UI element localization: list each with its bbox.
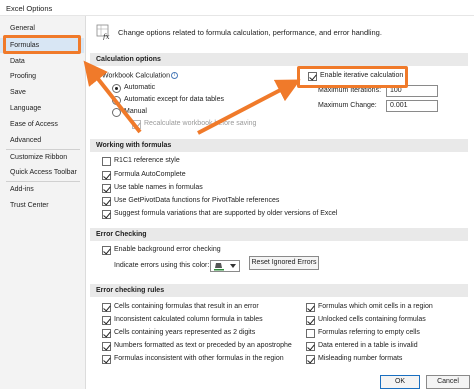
rule-unlocked-cells-label: Unlocked cells containing formulas — [318, 316, 426, 323]
rule-invalid-table-data-label: Data entered in a table is invalid — [318, 342, 418, 349]
r1c1-checkbox[interactable] — [102, 157, 111, 166]
sidebar-item-customize-ribbon[interactable]: Customize Ribbon — [0, 150, 84, 165]
max-change-label: Maximum Change: — [318, 102, 377, 109]
rule-invalid-table-data-checkbox[interactable] — [306, 342, 315, 351]
rule-misleading-formats-checkbox[interactable] — [306, 355, 315, 364]
info-icon: i — [170, 72, 178, 79]
sidebar-item-language[interactable]: Language — [0, 101, 84, 116]
rule-empty-cells-label: Formulas referring to empty cells — [318, 329, 420, 336]
sidebar-item-ease-of-access[interactable]: Ease of Access — [0, 117, 84, 132]
formula-autocomplete-checkbox[interactable] — [102, 171, 111, 180]
section-error-checking: Error Checking — [90, 228, 468, 241]
manual-radio[interactable] — [112, 108, 121, 117]
sidebar-item-formulas[interactable]: Formulas — [0, 38, 84, 53]
background-error-checking-label: Enable background error checking — [114, 246, 221, 253]
manual-label: Manual — [124, 108, 147, 115]
recalculate-before-saving-label: Recalculate workbook before saving — [144, 120, 257, 127]
max-iterations-label: Maximum Iterations: — [318, 87, 382, 94]
background-error-checking-checkbox[interactable] — [102, 246, 111, 255]
table-names-label: Use table names in formulas — [114, 184, 203, 191]
sidebar-item-quick-access-toolbar[interactable]: Quick Access Toolbar — [0, 165, 84, 180]
header-description: Change options related to formula calcul… — [118, 28, 382, 37]
section-calculation-options: Calculation options — [90, 53, 468, 66]
workbook-calculation-label: Workbook Calculation i — [102, 72, 178, 79]
max-iterations-input[interactable]: 100 — [386, 85, 438, 97]
automatic-label: Automatic — [124, 84, 156, 91]
rule-two-digit-years-label: Cells containing years represented as 2 … — [114, 329, 256, 336]
suggest-variations-checkbox[interactable] — [102, 210, 111, 219]
workbook-calculation-text: Workbook Calculation — [102, 72, 170, 80]
ok-button[interactable]: OK — [380, 375, 420, 389]
window-title: Excel Options — [6, 4, 53, 13]
rule-inconsistent-column-label: Inconsistent calculated column formula i… — [114, 316, 263, 323]
sidebar-item-general[interactable]: General — [0, 21, 84, 36]
getpivotdata-checkbox[interactable] — [102, 197, 111, 206]
section-error-checking-rules: Error checking rules — [90, 284, 468, 297]
recalculate-before-saving-checkbox[interactable] — [132, 120, 141, 129]
title-bar: Excel Options — [0, 0, 474, 16]
rule-formula-errors-checkbox[interactable] — [102, 303, 111, 312]
getpivotdata-label: Use GetPivotData functions for PivotTabl… — [114, 197, 280, 204]
automatic-except-tables-label: Automatic except for data tables — [124, 96, 224, 103]
section-working-with-formulas: Working with formulas — [90, 139, 468, 152]
indicate-color-label: Indicate errors using this color: — [114, 262, 210, 269]
rule-inconsistent-region-label: Formulas inconsistent with other formula… — [114, 355, 284, 362]
error-color-picker[interactable] — [210, 260, 240, 272]
rule-omit-cells-checkbox[interactable] — [306, 303, 315, 312]
table-names-checkbox[interactable] — [102, 184, 111, 193]
reset-ignored-errors-button[interactable]: Reset Ignored Errors — [249, 256, 319, 270]
enable-iterative-label: Enable iterative calculation — [320, 72, 404, 79]
rule-numbers-as-text-checkbox[interactable] — [102, 342, 111, 351]
paint-bucket-icon — [214, 263, 236, 271]
rule-empty-cells-checkbox[interactable] — [306, 329, 315, 338]
sidebar-item-add-ins[interactable]: Add-ins — [0, 182, 84, 197]
sidebar-item-trust-center[interactable]: Trust Center — [0, 198, 84, 213]
rule-formula-errors-label: Cells containing formulas that result in… — [114, 303, 259, 310]
rule-numbers-as-text-label: Numbers formatted as text or preceded by… — [114, 342, 292, 349]
formula-settings-icon: fx — [96, 24, 110, 40]
rule-omit-cells-label: Formulas which omit cells in a region — [318, 303, 433, 310]
enable-iterative-checkbox[interactable] — [308, 72, 317, 81]
sidebar-item-save[interactable]: Save — [0, 85, 84, 100]
sidebar-item-advanced[interactable]: Advanced — [0, 133, 84, 148]
rule-unlocked-cells-checkbox[interactable] — [306, 316, 315, 325]
rule-two-digit-years-checkbox[interactable] — [102, 329, 111, 338]
r1c1-label: R1C1 reference style — [114, 157, 180, 164]
max-change-input[interactable]: 0.001 — [386, 100, 438, 112]
sidebar: General Formulas Data Proofing Save Lang… — [0, 16, 86, 389]
formula-autocomplete-label: Formula AutoComplete — [114, 171, 186, 178]
rule-inconsistent-region-checkbox[interactable] — [102, 355, 111, 364]
sidebar-item-data[interactable]: Data — [0, 54, 84, 69]
rule-inconsistent-column-checkbox[interactable] — [102, 316, 111, 325]
automatic-radio[interactable] — [112, 84, 121, 93]
main-content: fx Change options related to formula cal… — [86, 16, 474, 389]
automatic-except-tables-radio[interactable] — [112, 96, 121, 105]
rule-misleading-formats-label: Misleading number formats — [318, 355, 403, 362]
cancel-button[interactable]: Cancel — [426, 375, 470, 389]
sidebar-item-proofing[interactable]: Proofing — [0, 69, 84, 84]
suggest-variations-label: Suggest formula variations that are supp… — [114, 210, 338, 217]
svg-text:fx: fx — [102, 33, 110, 40]
